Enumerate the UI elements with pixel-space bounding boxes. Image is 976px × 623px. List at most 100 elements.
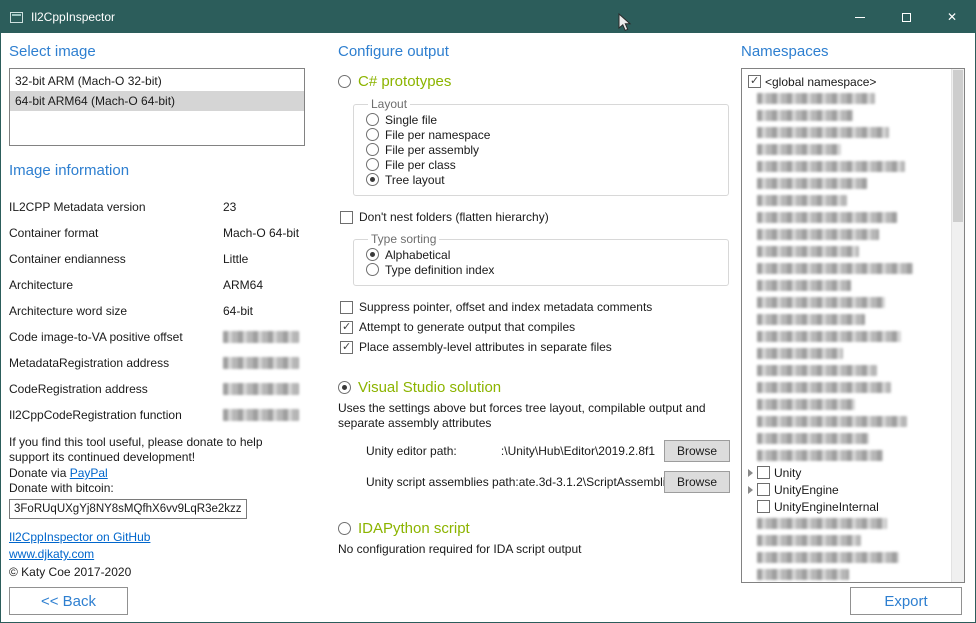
- alphabetical-radio[interactable]: [366, 248, 379, 261]
- unity-checkbox[interactable]: [757, 466, 770, 479]
- compilable-output-checkbox[interactable]: [340, 321, 353, 334]
- namespace-row-redacted[interactable]: [748, 209, 946, 226]
- type-definition-index-label[interactable]: Type definition index: [385, 263, 494, 277]
- namespace-row-redacted[interactable]: [748, 158, 946, 175]
- suppress-comments-checkbox[interactable]: [340, 301, 353, 314]
- global-namespace-label[interactable]: <global namespace>: [765, 75, 876, 89]
- csharp-prototypes-radio[interactable]: [338, 75, 351, 88]
- close-icon: ✕: [947, 11, 957, 23]
- namespace-row-redacted[interactable]: [748, 243, 946, 260]
- idapython-label[interactable]: IDAPython script: [358, 520, 470, 537]
- namespace-row-redacted[interactable]: [748, 311, 946, 328]
- browse-script-path-button[interactable]: Browse: [664, 471, 730, 493]
- website-link[interactable]: www.djkaty.com: [9, 547, 94, 561]
- file-per-namespace-radio[interactable]: [366, 128, 379, 141]
- back-button[interactable]: << Back: [9, 587, 128, 615]
- info-label: CodeRegistration address: [9, 382, 223, 396]
- namespace-row-redacted[interactable]: [748, 566, 946, 583]
- namespace-row-redacted[interactable]: [748, 447, 946, 464]
- namespace-row-redacted[interactable]: [748, 345, 946, 362]
- idapython-radio[interactable]: [338, 522, 351, 535]
- scrollbar-thumb[interactable]: [953, 70, 963, 222]
- unityengineinternal-label[interactable]: UnityEngineInternal: [774, 500, 879, 514]
- info-row-container-format: Container format Mach-O 64-bit: [9, 220, 309, 246]
- unityengineinternal-checkbox[interactable]: [757, 500, 770, 513]
- info-label: Architecture: [9, 278, 223, 292]
- donate-via-text: Donate via: [9, 466, 70, 480]
- namespace-row-unityengineinternal[interactable]: UnityEngineInternal: [748, 498, 946, 515]
- tree-layout-radio[interactable]: [366, 173, 379, 186]
- namespace-row-redacted[interactable]: [748, 413, 946, 430]
- namespace-row-redacted[interactable]: [748, 175, 946, 192]
- unityengine-label[interactable]: UnityEngine: [774, 483, 839, 497]
- namespace-row-redacted[interactable]: [748, 294, 946, 311]
- flatten-hierarchy-checkbox[interactable]: [340, 211, 353, 224]
- namespace-row-redacted[interactable]: [748, 396, 946, 413]
- alphabetical-label[interactable]: Alphabetical: [385, 248, 450, 262]
- image-option-32bit-arm[interactable]: 32-bit ARM (Mach-O 32-bit): [10, 71, 304, 91]
- file-per-assembly-radio[interactable]: [366, 143, 379, 156]
- unity-label[interactable]: Unity: [774, 466, 801, 480]
- namespace-row-redacted[interactable]: [748, 549, 946, 566]
- browse-editor-path-button[interactable]: Browse: [664, 440, 730, 462]
- minimize-button[interactable]: [837, 1, 883, 33]
- unity-script-path-value[interactable]: ate.3d-3.1.2\ScriptAssemblies: [519, 475, 664, 489]
- close-button[interactable]: ✕: [929, 1, 975, 33]
- type-definition-index-radio[interactable]: [366, 263, 379, 276]
- expand-icon[interactable]: [748, 486, 753, 494]
- namespace-row-unity[interactable]: Unity: [748, 464, 946, 481]
- unityengine-checkbox[interactable]: [757, 483, 770, 496]
- file-per-class-radio[interactable]: [366, 158, 379, 171]
- copyright-text: © Katy Coe 2017-2020: [9, 565, 309, 579]
- redacted-namespace: [757, 331, 901, 342]
- expand-icon[interactable]: [748, 469, 753, 477]
- namespace-row-unityengine[interactable]: UnityEngine: [748, 481, 946, 498]
- global-namespace-checkbox[interactable]: [748, 75, 761, 88]
- single-file-label[interactable]: Single file: [385, 113, 437, 127]
- namespace-row-redacted[interactable]: [748, 362, 946, 379]
- namespace-row-redacted[interactable]: [748, 226, 946, 243]
- file-per-namespace-label[interactable]: File per namespace: [385, 128, 490, 142]
- info-label: MetadataRegistration address: [9, 356, 223, 370]
- csharp-prototypes-label[interactable]: C# prototypes: [358, 73, 451, 90]
- namespace-row-redacted[interactable]: [748, 328, 946, 345]
- image-option-64bit-arm64[interactable]: 64-bit ARM64 (Mach-O 64-bit): [10, 91, 304, 111]
- namespace-row-redacted[interactable]: [748, 90, 946, 107]
- flatten-hierarchy-label[interactable]: Don't nest folders (flatten hierarchy): [359, 210, 549, 224]
- github-link[interactable]: Il2CppInspector on GitHub: [9, 530, 150, 544]
- namespace-row-redacted[interactable]: [748, 532, 946, 549]
- namespace-row-redacted[interactable]: [748, 141, 946, 158]
- visual-studio-radio[interactable]: [338, 381, 351, 394]
- redacted-namespace: [757, 263, 913, 274]
- namespace-row-redacted[interactable]: [748, 515, 946, 532]
- visual-studio-label[interactable]: Visual Studio solution: [358, 379, 501, 396]
- separate-attributes-row: Place assembly-level attributes in separ…: [340, 339, 733, 355]
- bitcoin-address-input[interactable]: [9, 499, 247, 519]
- compilable-output-label[interactable]: Attempt to generate output that compiles: [359, 320, 575, 334]
- redacted-namespace: [757, 450, 883, 461]
- namespace-row-redacted[interactable]: [748, 192, 946, 209]
- namespace-row-redacted[interactable]: [748, 260, 946, 277]
- namespace-row-redacted[interactable]: [748, 430, 946, 447]
- namespace-row-global[interactable]: <global namespace>: [748, 73, 946, 90]
- maximize-button[interactable]: [883, 1, 929, 33]
- minimize-icon: [855, 17, 865, 18]
- single-file-radio[interactable]: [366, 113, 379, 126]
- paypal-link[interactable]: PayPal: [70, 466, 108, 480]
- file-per-class-label[interactable]: File per class: [385, 158, 456, 172]
- tree-layout-label[interactable]: Tree layout: [385, 173, 445, 187]
- suppress-comments-label[interactable]: Suppress pointer, offset and index metad…: [359, 300, 652, 314]
- export-button[interactable]: Export: [850, 587, 962, 615]
- namespace-row-redacted[interactable]: [748, 379, 946, 396]
- separate-attributes-label[interactable]: Place assembly-level attributes in separ…: [359, 340, 612, 354]
- file-per-assembly-label[interactable]: File per assembly: [385, 143, 479, 157]
- compilable-output-row: Attempt to generate output that compiles: [340, 319, 733, 335]
- namespace-row-redacted[interactable]: [748, 107, 946, 124]
- idapython-option: IDAPython script: [338, 520, 733, 537]
- namespaces-scrollbar[interactable]: [951, 69, 964, 582]
- separate-attributes-checkbox[interactable]: [340, 341, 353, 354]
- namespaces-header: Namespaces: [741, 43, 965, 61]
- namespace-row-redacted[interactable]: [748, 124, 946, 141]
- unity-editor-path-value[interactable]: :\Unity\Hub\Editor\2019.2.8f1: [457, 444, 664, 458]
- namespace-row-redacted[interactable]: [748, 277, 946, 294]
